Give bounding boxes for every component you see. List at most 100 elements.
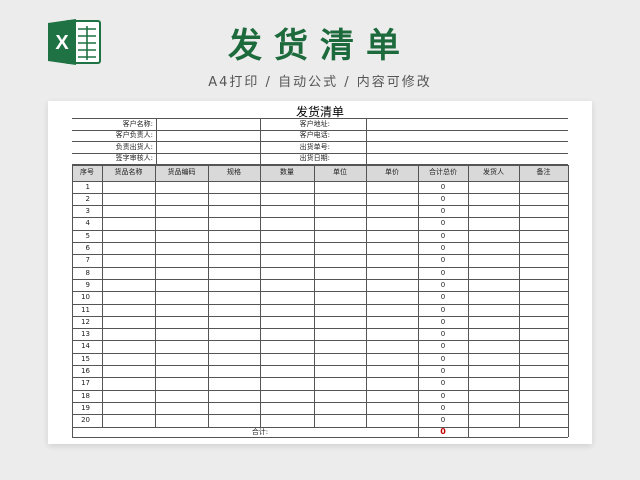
row-total: 0 (440, 403, 446, 412)
table-row-line (72, 352, 568, 354)
row-number: 5 (85, 231, 90, 240)
info-label-right: 客户电话: (299, 131, 330, 139)
column-header: 货品编码 (167, 168, 196, 176)
table-col-line (155, 164, 156, 427)
info-label-left: 负责出货人: (115, 142, 153, 151)
table-row-line (72, 217, 568, 219)
row-total: 0 (440, 354, 446, 363)
table-row-line (72, 328, 568, 330)
table-row-line (72, 426, 568, 428)
page-subtitle: A4打印 / 自动公式 / 内容可修改 (208, 75, 432, 90)
row-total: 0 (440, 231, 446, 240)
column-header: 序号 (80, 168, 94, 176)
table-col-line (519, 164, 520, 427)
row-number: 3 (85, 207, 90, 216)
info-label-right: 客户地址: (299, 119, 330, 128)
row-total: 0 (440, 379, 446, 388)
table-col-line (102, 164, 103, 427)
column-header: 单价 (385, 168, 399, 176)
table-row-line (72, 401, 568, 403)
sum-label: 合计: (251, 427, 269, 436)
table-col-line (568, 426, 569, 437)
info-col-line (366, 118, 367, 164)
table-row-line (72, 389, 568, 391)
sum-value: 0 (440, 427, 446, 436)
info-label-left: 客户名称: (122, 119, 153, 128)
table-row-line (72, 229, 568, 231)
row-total: 0 (440, 280, 446, 289)
row-number: 20 (81, 416, 90, 425)
table-row-line (72, 291, 568, 293)
row-total: 0 (440, 268, 446, 277)
column-header: 发货人 (483, 168, 504, 176)
table-row-line (72, 192, 568, 194)
row-number: 13 (81, 330, 90, 339)
row-total: 0 (440, 342, 446, 351)
row-total: 0 (440, 207, 446, 216)
row-number: 14 (81, 342, 90, 351)
table-row-line (72, 377, 568, 379)
info-label-left: 客户负责人: (115, 131, 153, 139)
column-header: 规格 (227, 168, 241, 176)
column-header: 单位 (333, 168, 347, 176)
row-number: 6 (85, 244, 90, 252)
row-number: 18 (81, 391, 90, 400)
row-number: 2 (85, 194, 90, 203)
row-total: 0 (440, 194, 446, 203)
info-label-right: 出货单号: (299, 142, 330, 151)
table-row-line (72, 180, 568, 182)
row-total: 0 (440, 330, 446, 339)
row-total: 0 (440, 182, 446, 191)
info-label-right: 出货日期: (299, 154, 330, 162)
row-total: 0 (440, 391, 446, 400)
table-row-line (72, 365, 568, 366)
row-total: 0 (440, 256, 446, 265)
table-row-line (72, 436, 568, 438)
row-number: 11 (81, 305, 90, 314)
table-col-line (468, 164, 469, 427)
row-number: 16 (81, 367, 90, 375)
table-col-line (72, 426, 73, 437)
row-total: 0 (440, 416, 446, 425)
table-row-line (72, 254, 568, 256)
table-col-line (260, 164, 261, 427)
column-header: 数量 (280, 168, 294, 176)
row-total: 0 (440, 317, 446, 326)
row-number: 19 (81, 403, 90, 412)
row-number: 15 (81, 354, 90, 363)
table-col-line (314, 164, 315, 427)
row-number: 8 (85, 268, 90, 277)
table-col-line (366, 164, 367, 427)
row-total: 0 (440, 293, 446, 302)
row-total: 0 (440, 219, 446, 228)
row-total: 0 (440, 244, 446, 252)
row-total: 0 (440, 305, 446, 314)
column-header: 备注 (536, 168, 551, 176)
row-number: 4 (85, 219, 90, 228)
table-row-line (72, 242, 568, 243)
table-row-line (72, 414, 568, 416)
table-row-line (72, 164, 568, 166)
table-row-line (72, 266, 568, 268)
info-col-line (156, 118, 157, 164)
table-col-line (208, 164, 209, 427)
info-row-line (72, 118, 568, 119)
row-number: 12 (81, 317, 90, 326)
table-row-line (72, 340, 568, 342)
info-row-line (72, 141, 568, 142)
table-row-line (72, 205, 568, 207)
column-header: 货品名称 (114, 168, 143, 176)
spreadsheet-preview: 发货清单 客户名称: 客户地址: 客户负责人: 客户电话: 负责出货人: 出货单号: 签字审… (48, 101, 592, 444)
table-row-line (72, 303, 568, 305)
table-col-line (468, 426, 469, 437)
banner: X 发货清单 A4打印 / 自动公式 / 内容可修改 (0, 0, 640, 100)
row-number: 1 (85, 182, 90, 191)
table-row-line (72, 278, 568, 280)
row-number: 17 (81, 379, 90, 388)
info-label-left: 签字审核人: (115, 154, 153, 162)
table-row-line (72, 315, 568, 317)
page-title: 发货清单 (228, 26, 412, 66)
row-total: 0 (440, 367, 446, 375)
row-number: 9 (85, 280, 90, 289)
row-number: 10 (81, 293, 90, 302)
